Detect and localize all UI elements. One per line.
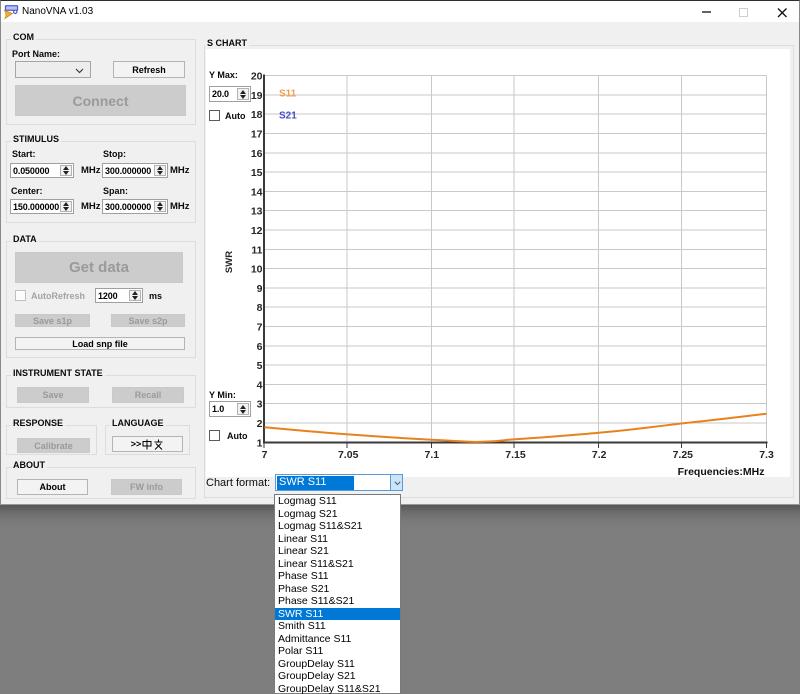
svg-text:7.1: 7.1 [424, 449, 439, 461]
svg-text:5: 5 [257, 360, 263, 372]
svg-text:7.05: 7.05 [338, 449, 359, 461]
svg-text:7.2: 7.2 [592, 449, 607, 461]
svg-text:S11: S11 [279, 89, 297, 100]
svg-text:9: 9 [257, 283, 263, 295]
svg-text:4: 4 [257, 379, 263, 391]
svg-text:11: 11 [251, 244, 262, 256]
svg-text:10: 10 [251, 264, 263, 276]
svg-text:3: 3 [257, 399, 263, 411]
svg-text:7.15: 7.15 [505, 449, 526, 461]
svg-text:6: 6 [257, 341, 263, 353]
svg-text:18: 18 [251, 109, 263, 121]
svg-text:SWR: SWR [224, 251, 235, 273]
svg-text:17: 17 [251, 129, 263, 141]
svg-text:1: 1 [257, 437, 263, 449]
svg-text:7: 7 [262, 449, 268, 461]
svg-text:13: 13 [251, 206, 263, 218]
svg-text:15: 15 [251, 167, 263, 179]
svg-text:12: 12 [251, 225, 263, 237]
svg-text:14: 14 [251, 186, 263, 198]
svg-text:7.3: 7.3 [759, 449, 774, 461]
svg-text:2: 2 [257, 418, 263, 430]
svg-text:16: 16 [251, 148, 263, 160]
svg-text:7.25: 7.25 [673, 449, 694, 461]
svg-text:19: 19 [251, 90, 263, 102]
svg-text:20: 20 [251, 71, 263, 83]
svg-text:8: 8 [257, 302, 263, 314]
svg-text:S21: S21 [279, 111, 297, 122]
svg-text:Frequencies:MHz: Frequencies:MHz [678, 466, 765, 478]
svg-text:7: 7 [257, 322, 263, 334]
